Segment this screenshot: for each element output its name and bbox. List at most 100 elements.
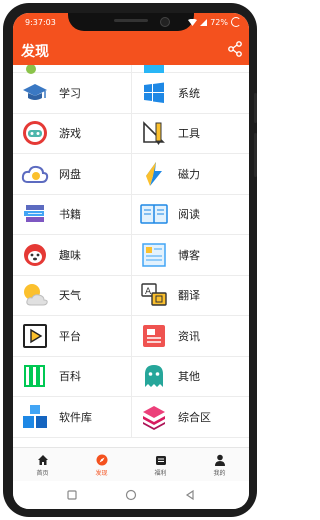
nav-mine-label: 我的	[213, 469, 226, 477]
graduation-cap-icon	[21, 79, 49, 107]
battery-ring-icon	[231, 17, 241, 27]
category-encyclopedia[interactable]: 百科	[13, 357, 131, 397]
category-comprehensive[interactable]: 综合区	[131, 397, 249, 437]
grid-row: 学习 系统	[13, 73, 249, 114]
category-tools[interactable]: 工具	[131, 113, 249, 153]
back-triangle-icon[interactable]	[184, 489, 196, 501]
nav-welfare[interactable]: 福利	[131, 448, 190, 482]
svg-text:A: A	[145, 287, 152, 297]
page-title: 发现	[21, 44, 49, 60]
category-label: 软件库	[59, 410, 92, 424]
category-magnet[interactable]: 磁力	[131, 154, 249, 194]
system-navigation-bar	[13, 481, 249, 509]
category-platform[interactable]: 平台	[13, 316, 131, 356]
category-label: 系统	[178, 86, 200, 100]
category-partial-right[interactable]	[131, 65, 249, 73]
news-icon	[140, 322, 168, 350]
category-news[interactable]: 资讯	[131, 316, 249, 356]
books-icon	[21, 200, 49, 228]
category-books[interactable]: 书籍	[13, 195, 131, 235]
category-grid: 学习 系统 游戏 工具 网盘 磁力 书籍 阅读 趣味 博客 天气 A 翻译 平台…	[13, 65, 249, 438]
category-label: 趣味	[59, 248, 81, 262]
ghost-icon	[140, 362, 168, 390]
category-label: 学习	[59, 86, 81, 100]
nav-mine[interactable]: 我的	[190, 448, 249, 482]
nav-discover[interactable]: 发现	[72, 448, 131, 482]
category-other[interactable]: 其他	[131, 356, 249, 396]
status-time: 9:37:03	[25, 18, 56, 27]
power-button	[254, 133, 257, 177]
category-partial-left[interactable]	[13, 65, 131, 74]
open-book-icon	[140, 200, 168, 228]
screen: 9:37:03 72% 发现 学习 系统 游戏 工具 网盘 磁力 书籍 阅读 趣…	[13, 13, 249, 509]
phone-frame: 9:37:03 72% 发现 学习 系统 游戏 工具 网盘 磁力 书籍 阅读 趣…	[3, 3, 257, 517]
platform-play-icon	[21, 322, 49, 350]
game-robot-icon	[21, 119, 49, 147]
battery-percent: 72%	[210, 17, 228, 27]
magnet-bolt-icon	[140, 160, 168, 188]
signal-icon	[200, 18, 208, 26]
windows-icon	[140, 79, 168, 107]
category-games[interactable]: 游戏	[13, 114, 131, 154]
grid-row: 游戏 工具	[13, 113, 249, 154]
nav-discover-label: 发现	[95, 469, 108, 477]
category-label: 网盘	[59, 167, 81, 181]
grid-row: 软件库 综合区	[13, 397, 249, 438]
category-blog[interactable]: 博客	[131, 235, 249, 275]
cloud-drive-icon	[21, 160, 49, 188]
grid-row: 书籍 阅读	[13, 194, 249, 235]
category-label: 资讯	[178, 329, 200, 343]
grid-row: 百科 其他	[13, 356, 249, 397]
nav-welfare-label: 福利	[154, 469, 167, 477]
category-reading[interactable]: 阅读	[131, 194, 249, 234]
recents-square-icon[interactable]	[66, 489, 78, 501]
category-label: 书籍	[59, 208, 81, 222]
category-label: 阅读	[178, 208, 200, 222]
grid-row-partial	[13, 65, 249, 74]
grid-row: 趣味 博客	[13, 235, 249, 276]
user-icon	[214, 454, 225, 466]
layers-icon	[140, 403, 168, 431]
category-label: 天气	[59, 289, 81, 303]
category-label: 其他	[178, 370, 200, 384]
app-bar: 发现	[13, 35, 249, 65]
category-label: 游戏	[59, 127, 81, 141]
grid-row: 天气 A 翻译	[13, 275, 249, 316]
notch	[68, 13, 194, 31]
translate-icon: A	[140, 281, 168, 309]
software-boxes-icon	[21, 403, 49, 431]
encyclopedia-icon	[21, 362, 49, 390]
status-icons: 72%	[188, 17, 241, 27]
funny-dog-icon	[21, 241, 49, 269]
category-label: 平台	[59, 329, 81, 343]
home-circle-icon[interactable]	[125, 489, 137, 501]
ruler-tools-icon	[140, 119, 168, 147]
category-study[interactable]: 学习	[13, 73, 131, 113]
wifi-icon	[188, 18, 198, 26]
category-label: 翻译	[178, 289, 200, 303]
category-list[interactable]: 学习 系统 游戏 工具 网盘 磁力 书籍 阅读 趣味 博客 天气 A 翻译 平台…	[13, 65, 249, 447]
bottom-navigation: 首页 发现 福利 我的	[13, 447, 249, 482]
front-camera	[160, 17, 170, 27]
category-label: 工具	[178, 127, 200, 141]
nav-home[interactable]: 首页	[13, 448, 72, 482]
category-software[interactable]: 软件库	[13, 397, 131, 437]
volume-button	[254, 93, 257, 123]
category-label: 百科	[59, 370, 81, 384]
grid-row: 网盘 磁力	[13, 154, 249, 195]
speaker	[114, 19, 148, 22]
weather-sun-cloud-icon	[21, 281, 49, 309]
grid-row: 平台 资讯	[13, 316, 249, 357]
category-label: 磁力	[178, 167, 200, 181]
category-label: 博客	[178, 248, 200, 262]
category-translate[interactable]: A 翻译	[131, 275, 249, 315]
discover-icon	[96, 454, 107, 465]
share-icon[interactable]	[227, 41, 243, 57]
category-system[interactable]: 系统	[131, 73, 249, 113]
category-label: 综合区	[178, 410, 211, 424]
category-netdisk[interactable]: 网盘	[13, 154, 131, 194]
category-weather[interactable]: 天气	[13, 276, 131, 316]
home-icon	[37, 454, 48, 465]
category-fun[interactable]: 趣味	[13, 235, 131, 275]
status-bar: 9:37:03 72%	[13, 13, 249, 35]
